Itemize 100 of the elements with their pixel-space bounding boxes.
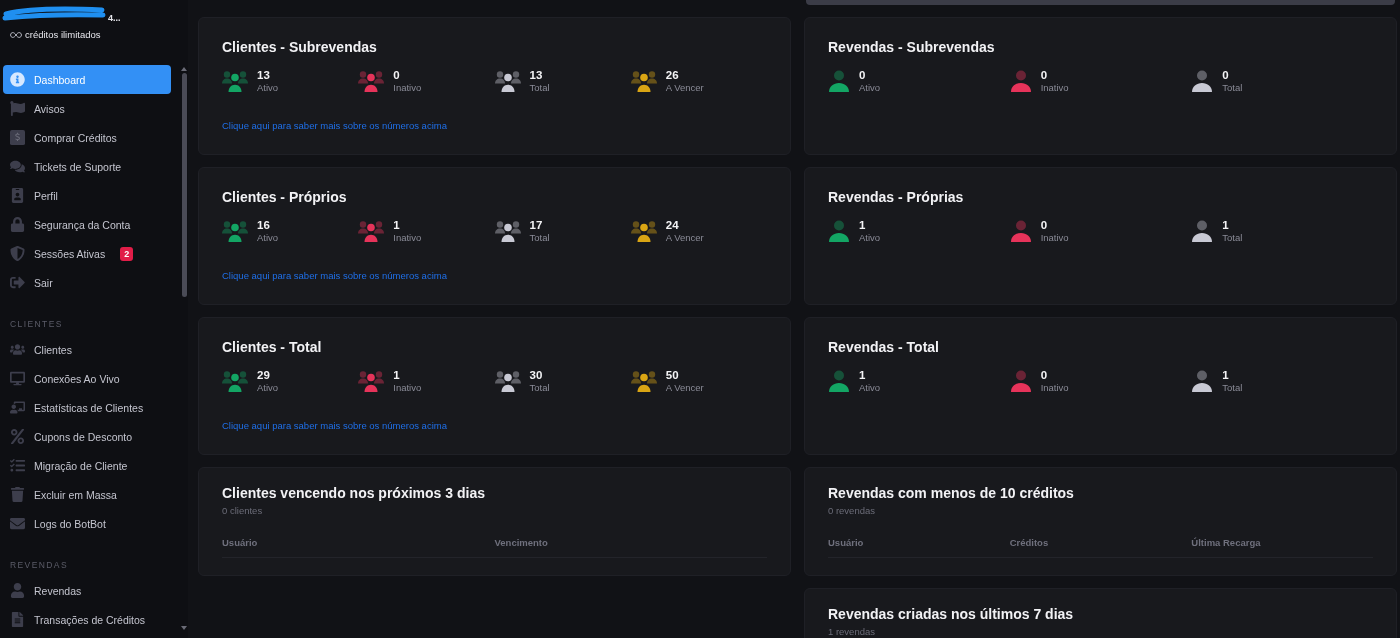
nav-item[interactable]: Tickets de Suporte <box>3 152 171 181</box>
stat-value: 0 <box>1040 218 1049 232</box>
stat-value: 30 <box>529 368 544 382</box>
document-icon <box>10 612 25 627</box>
nav-item[interactable]: Revendas <box>3 576 171 605</box>
stat-label: Inativo <box>1040 231 1069 244</box>
nav-item[interactable]: Avisos <box>3 94 171 123</box>
stat-value: 0 <box>393 68 401 82</box>
credits-text: créditos ilimitados <box>25 29 101 41</box>
scroll-down-icon[interactable] <box>181 626 187 630</box>
percent-icon <box>10 429 25 444</box>
stat-value: 0 <box>859 68 867 82</box>
card-title: Revendas com menos de 10 créditos <box>828 484 1075 502</box>
scroll-up-icon[interactable] <box>181 67 187 71</box>
section-heading: CLIENTES <box>10 318 64 331</box>
card-title: Revendas - Total <box>828 338 940 356</box>
nav-item[interactable]: Comprar Créditos <box>3 123 171 152</box>
column-header: Usuário <box>222 536 259 549</box>
stat-value: 1 <box>1222 218 1230 232</box>
chat-bubbles-icon <box>10 159 25 174</box>
card-title: Clientes - Próprios <box>222 188 348 206</box>
stat-value: 29 <box>257 368 271 382</box>
trash-icon <box>10 487 25 502</box>
stat-label: Total <box>1222 231 1243 244</box>
account-name: 4... <box>108 13 121 23</box>
stat-label: Total <box>529 231 550 244</box>
checklist-icon <box>10 458 25 473</box>
details-link[interactable]: Clique aqui para saber mais sobre os números acima <box>222 120 447 132</box>
stat-value: 1 <box>393 218 401 232</box>
column-header: Vencimento <box>494 536 549 549</box>
scrollbar-thumb[interactable] <box>181 73 187 297</box>
column-header: Créditos <box>1009 536 1050 549</box>
stat-label: Ativo <box>859 81 881 94</box>
stat-label: Total <box>1222 81 1243 94</box>
section-heading: REVENDAS <box>10 559 69 572</box>
users-icon <box>10 342 25 357</box>
stat-value: 1 <box>859 368 867 382</box>
nav-item[interactable]: Estatísticas de Clientes <box>3 393 171 422</box>
stat-label: Ativo <box>257 231 279 244</box>
stat-label: A Vencer <box>665 231 704 244</box>
stat-value: 50 <box>665 368 680 382</box>
stat-label: Ativo <box>859 231 881 244</box>
row-count: 0 revendas <box>828 504 876 517</box>
stat-label: A Vencer <box>665 81 704 94</box>
stat-value: 1 <box>1222 368 1230 382</box>
stat-value: 1 <box>393 368 401 382</box>
nav-item[interactable]: Cupons de Desconto <box>3 422 171 451</box>
card-title: Clientes - Subrevendas <box>222 38 378 56</box>
flag-icon <box>10 101 25 116</box>
info-icon <box>10 72 25 87</box>
stat-value: 24 <box>665 218 680 232</box>
dollar-icon <box>10 130 25 145</box>
nav-item[interactable]: Logs do BotBot <box>3 509 171 538</box>
shield-icon <box>10 246 25 261</box>
stat-value: 0 <box>1040 68 1049 82</box>
stat-value: 26 <box>665 68 680 82</box>
stat-label: Inativo <box>393 381 422 394</box>
stat-value: 0 <box>1222 68 1230 82</box>
stat-value: 13 <box>257 68 271 82</box>
monitor-icon <box>10 371 25 386</box>
stat-label: Inativo <box>393 231 422 244</box>
user-icon <box>10 583 25 598</box>
stat-label: Inativo <box>1040 81 1069 94</box>
nav-item[interactable]: Excluir em Massa <box>3 480 171 509</box>
nav-item[interactable]: Perfil <box>3 181 171 210</box>
stat-value: 1 <box>859 218 867 232</box>
id-badge-icon <box>10 188 25 203</box>
stat-label: Total <box>529 381 550 394</box>
card-title: Revendas criadas nos últimos 7 dias <box>828 605 1075 623</box>
nav-item[interactable]: Clientes <box>3 335 171 364</box>
stat-value: 13 <box>529 68 544 82</box>
column-header: Usuário <box>828 536 865 549</box>
details-link[interactable]: Clique aqui para saber mais sobre os números acima <box>222 270 447 282</box>
card-title: Revendas - Subrevendas <box>828 38 996 56</box>
lock-icon <box>10 217 25 232</box>
card-title: Clientes - Total <box>222 338 323 356</box>
sign-out-icon <box>10 275 25 290</box>
count-badge: 2 <box>120 246 134 261</box>
stat-label: Total <box>529 81 550 94</box>
row-count: 0 clientes <box>222 504 264 517</box>
stat-label: Ativo <box>257 381 279 394</box>
nav-item[interactable]: Sair <box>3 268 171 297</box>
row-count: 1 revendas <box>828 625 876 638</box>
column-header: Última Recarga <box>1191 536 1262 549</box>
stat-label: Ativo <box>257 81 279 94</box>
nav-item[interactable]: Transações de Créditos <box>3 605 171 634</box>
card-title: Clientes vencendo nos próximos 3 dias <box>222 484 486 502</box>
infinity-icon <box>10 32 22 38</box>
stat-value: 0 <box>1040 368 1049 382</box>
stat-value: 17 <box>529 218 544 232</box>
details-link[interactable]: Clique aqui para saber mais sobre os números acima <box>222 420 447 432</box>
nav-item[interactable]: Conexões Ao Vivo <box>3 364 171 393</box>
envelope-icon <box>10 516 25 531</box>
stat-value: 16 <box>257 218 271 232</box>
presenter-icon <box>10 400 25 415</box>
nav-item[interactable]: Migração de Cliente <box>3 451 171 480</box>
stat-label: Inativo <box>1040 381 1069 394</box>
nav-item[interactable]: Segurança da Conta <box>3 210 171 239</box>
stat-label: Ativo <box>859 381 881 394</box>
nav-item[interactable]: Sessões Ativas 2 <box>3 239 171 268</box>
